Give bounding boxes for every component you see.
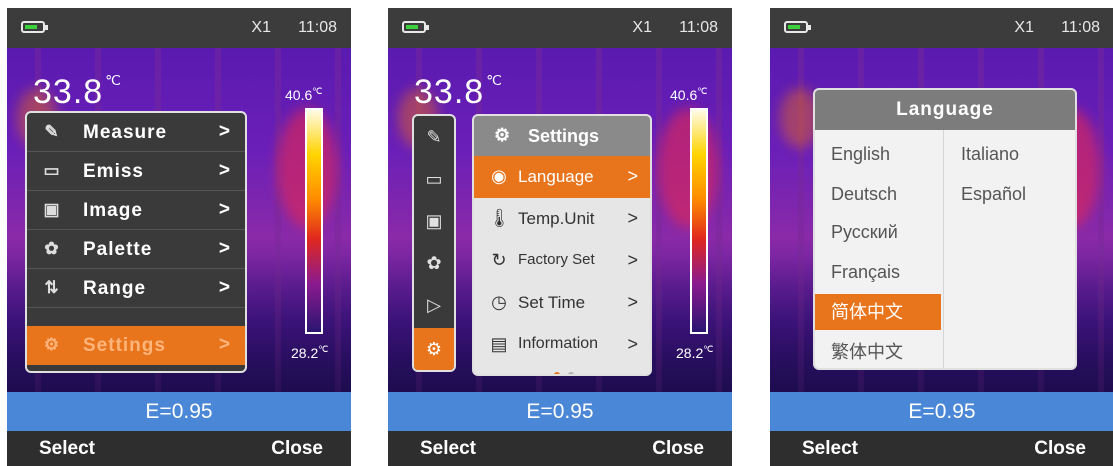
column-divider [943, 130, 944, 368]
scale-max-label: 40.6℃ [285, 86, 323, 103]
language-option-italiano[interactable]: Italiano [945, 136, 1071, 172]
select-button[interactable]: Select [420, 438, 476, 460]
emissivity-icon: ▭ [43, 161, 61, 180]
thermometer-icon: 🌡 [488, 208, 511, 228]
screen-settings-menu: X1 11:08 33.8 ℃ 40.6℃ 28.2℃ ✎ ▭ ▣ ✿ ▷ ⚙ ⚙… [388, 8, 732, 466]
softkey-bar: Select Close [7, 431, 351, 466]
emissivity-icon[interactable]: ▭ [414, 158, 454, 200]
close-button[interactable]: Close [271, 438, 323, 460]
status-bar: X1 11:08 [388, 8, 732, 48]
battery-icon [402, 21, 429, 33]
palette-icon[interactable]: ✿ [414, 242, 454, 284]
menu-item-information[interactable]: ▤ Information > [474, 324, 650, 366]
menu-icon-strip: ✎ ▭ ▣ ✿ ▷ ⚙ [412, 114, 456, 372]
chevron-right-icon: > [218, 238, 231, 259]
range-icon: ⇅ [44, 278, 60, 297]
language-option-francais[interactable]: Français [815, 254, 941, 290]
softkey-bar: Select Close [770, 431, 1113, 466]
emissivity-bar: E=0.95 [388, 392, 732, 431]
chevron-right-icon: > [627, 292, 638, 312]
scale-min-label: 28.2℃ [291, 344, 329, 361]
close-button[interactable]: Close [1034, 438, 1086, 460]
menu-item-palette[interactable]: ✿ Palette > [27, 230, 245, 269]
chevron-right-icon: > [218, 277, 231, 298]
menu-item-image[interactable]: ▣ Image > [27, 191, 245, 230]
page-dot [568, 372, 574, 374]
settings-icon: ⚙ [43, 335, 61, 354]
select-button[interactable]: Select [39, 438, 95, 460]
color-scale-bar [305, 108, 323, 334]
status-bar: X1 11:08 [770, 8, 1113, 48]
chevron-right-icon: > [627, 334, 638, 354]
menu-item-temp-unit[interactable]: 🌡 Temp.Unit > [474, 198, 650, 240]
zoom-level: X1 [251, 19, 271, 36]
submenu-header: ⚙ Settings [474, 116, 650, 156]
settings-icon: ⚙ [494, 125, 511, 145]
menu-item-emiss[interactable]: ▭ Emiss > [27, 152, 245, 191]
settings-icon[interactable]: ⚙ [414, 328, 454, 370]
zoom-level: X1 [632, 19, 652, 36]
main-menu: ✎ Measure > ▭ Emiss > ▣ Image > ✿ Palett… [25, 111, 247, 373]
page-indicator [550, 365, 578, 374]
language-option-russian[interactable]: Русский [815, 214, 941, 250]
language-option-english[interactable]: English [815, 136, 941, 172]
menu-item-range[interactable]: ⇅ Range > [27, 269, 245, 308]
emissivity-bar: E=0.95 [770, 392, 1113, 431]
menu-item-settings[interactable]: ⚙ Settings > [27, 326, 245, 365]
language-option-simplified-chinese[interactable]: 简体中文 [815, 294, 941, 330]
dialog-title: Language [815, 90, 1075, 130]
close-button[interactable]: Close [652, 438, 704, 460]
language-option-traditional-chinese[interactable]: 繁体中文 [815, 334, 941, 368]
scale-min-label: 28.2℃ [676, 344, 714, 361]
max-temperature: 33.8 ℃ [33, 72, 122, 111]
menu-item-measure[interactable]: ✎ Measure > [27, 113, 245, 152]
settings-submenu: ⚙ Settings ◉ Language > 🌡 Temp.Unit > ↻ … [472, 114, 652, 376]
clock-icon: ◷ [491, 292, 507, 312]
emissivity-bar: E=0.95 [7, 392, 351, 431]
language-option-deutsch[interactable]: Deutsch [815, 176, 941, 212]
chevron-right-icon: > [218, 121, 231, 142]
menu-item-set-time[interactable]: ◷ Set Time > [474, 282, 650, 324]
language-option-espanol[interactable]: Español [945, 176, 1071, 212]
info-icon: ▤ [490, 334, 508, 354]
video-icon[interactable]: ▷ [414, 284, 454, 326]
menu-item-language[interactable]: ◉ Language > [474, 156, 650, 198]
softkey-bar: Select Close [388, 431, 732, 466]
chevron-right-icon: > [218, 334, 231, 355]
chevron-right-icon: > [218, 199, 231, 220]
palette-icon: ✿ [44, 239, 60, 258]
image-icon[interactable]: ▣ [414, 200, 454, 242]
clock: 11:08 [1061, 19, 1100, 36]
measure-icon[interactable]: ✎ [414, 116, 454, 158]
select-button[interactable]: Select [802, 438, 858, 460]
color-scale-bar [690, 108, 708, 334]
image-icon: ▣ [43, 200, 61, 219]
clock: 11:08 [679, 19, 718, 36]
language-dialog: Language English Deutsch Русский Françai… [813, 88, 1077, 370]
screen-main-menu: X1 11:08 33.8 ℃ 40.6℃ 28.2℃ ✎ Measure > ▭… [7, 8, 351, 466]
menu-item-factory-set[interactable]: ↻ Factory Set > [474, 240, 650, 282]
zoom-level: X1 [1014, 19, 1034, 36]
chevron-right-icon: > [627, 166, 638, 186]
chevron-right-icon: > [218, 160, 231, 181]
chevron-right-icon: > [627, 208, 638, 228]
language-icon: ◉ [491, 166, 507, 186]
battery-icon [784, 21, 811, 33]
chevron-right-icon: > [627, 250, 638, 270]
scale-max-label: 40.6℃ [670, 86, 708, 103]
screen-language-dialog: X1 11:08 Language English Deutsch Русски… [770, 8, 1113, 466]
clock: 11:08 [298, 19, 337, 36]
reset-icon: ↻ [491, 250, 507, 270]
page-dot-active [554, 372, 560, 374]
battery-icon [21, 21, 48, 33]
max-temperature: 33.8 ℃ [414, 72, 503, 111]
measure-icon: ✎ [44, 122, 60, 141]
status-bar: X1 11:08 [7, 8, 351, 48]
